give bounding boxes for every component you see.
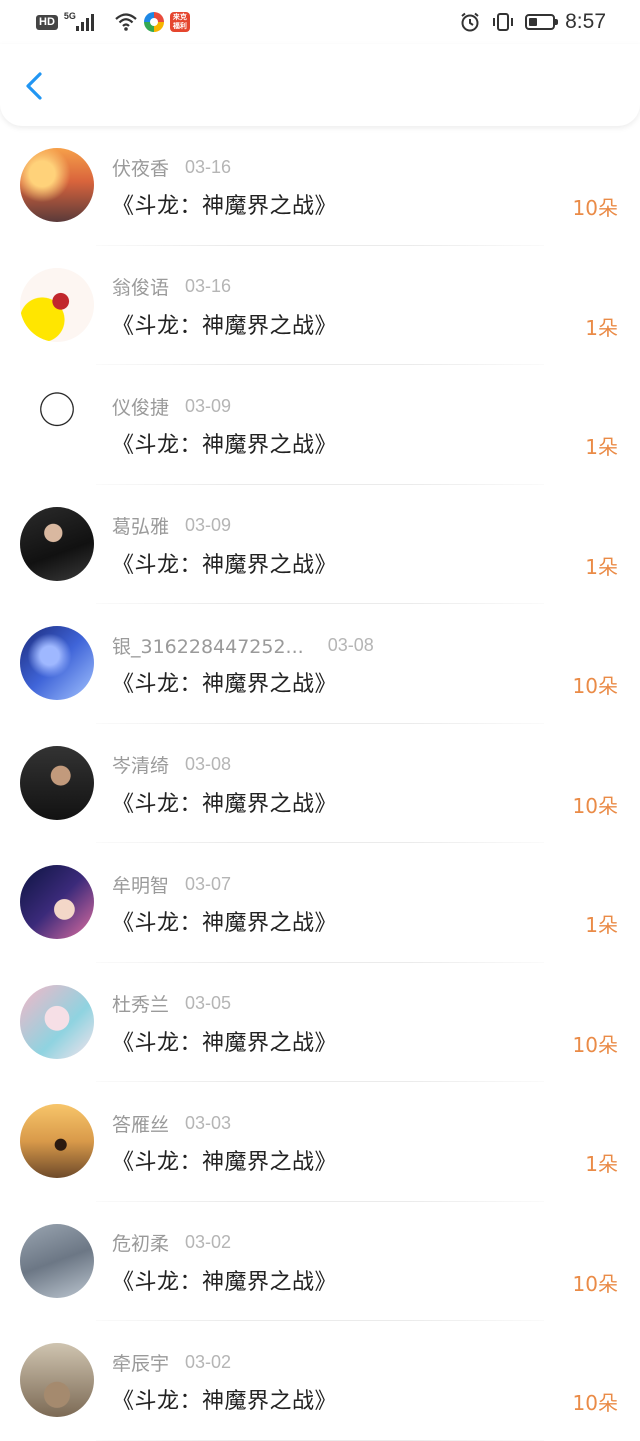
list-item[interactable]: 翁俊语 03-16 《斗龙：神魔界之战》 1朵 [0, 246, 640, 365]
status-right: 8:57 [459, 8, 606, 36]
name-line: 牵辰宇 03-02 [112, 1349, 231, 1375]
avatar[interactable] [20, 1104, 94, 1178]
date-label: 03-16 [185, 156, 232, 177]
list-item[interactable]: 杜秀兰 03-05 《斗龙：神魔界之战》 10朵 [0, 963, 640, 1082]
avatar[interactable] [20, 865, 94, 939]
date-label: 03-02 [185, 1351, 232, 1372]
user-name[interactable]: 仪俊捷 [112, 393, 169, 420]
user-name[interactable]: 银_316228447252... [112, 632, 304, 659]
name-line: 仪俊捷 03-09 [112, 393, 231, 419]
chevron-left-icon [26, 72, 42, 100]
name-line: 翁俊语 03-16 [112, 274, 231, 300]
avatar[interactable] [20, 387, 94, 461]
date-label: 03-09 [185, 395, 232, 416]
flower-count: 10朵 [572, 793, 618, 818]
user-name[interactable]: 答雁丝 [112, 1110, 169, 1137]
flower-count: 10朵 [572, 1391, 618, 1415]
date-label: 03-16 [185, 276, 232, 296]
avatar[interactable] [20, 745, 94, 820]
flower-count: 1朵 [585, 315, 618, 340]
status-bar: HD 5G 来克 福利 8:57 [0, 0, 640, 44]
name-line: 岑清绮 03-08 [112, 752, 231, 778]
list-item[interactable]: 仪俊捷 03-09 《斗龙：神魔界之战》 1朵 [0, 365, 640, 485]
user-name[interactable]: 牵辰宇 [112, 1349, 169, 1376]
avatar[interactable] [20, 506, 94, 581]
name-line: 牟明智 03-07 [112, 871, 231, 897]
avatar[interactable] [20, 148, 94, 222]
signal-icon: 5G [64, 11, 108, 33]
avatar[interactable] [20, 626, 94, 700]
list-item[interactable]: 答雁丝 03-03 《斗龙：神魔界之战》 1朵 [0, 1082, 640, 1202]
user-name[interactable]: 牟明智 [112, 871, 169, 898]
app-notification-icon [143, 12, 164, 32]
book-title: 《斗龙：神魔界之战》 [112, 552, 338, 578]
name-line: 危初柔 03-02 [112, 1230, 231, 1256]
list-item[interactable]: 牟明智 03-07 《斗龙：神魔界之战》 1朵 [0, 843, 640, 963]
alarm-icon [461, 12, 479, 32]
divider [96, 1439, 544, 1441]
list-item[interactable]: 牵辰宇 03-02 《斗龙：神魔界之战》 10朵 [0, 1321, 640, 1441]
list-item[interactable]: 危初柔 03-02 《斗龙：神魔界之战》 10朵 [0, 1202, 640, 1321]
name-line: 伏夜香 03-16 [112, 154, 231, 180]
flower-count: 1朵 [585, 435, 618, 459]
book-title: 《斗龙：神魔界之战》 [112, 1150, 338, 1175]
clock: 8:57 [565, 10, 606, 33]
top-navbar [0, 44, 640, 126]
user-name[interactable]: 伏夜香 [112, 154, 169, 181]
wifi-icon [115, 13, 137, 31]
gift-record-list: 伏夜香 03-16 《斗龙：神魔界之战》 10朵 翁俊语 03-16 《斗龙：神… [0, 126, 640, 1441]
avatar[interactable] [20, 1223, 94, 1298]
user-name[interactable]: 葛弘雅 [112, 512, 169, 539]
name-line: 葛弘雅 03-09 [112, 513, 231, 539]
book-title: 《斗龙：神魔界之战》 [112, 313, 338, 339]
back-button[interactable] [16, 66, 56, 106]
book-title: 《斗龙：神魔界之战》 [112, 1030, 338, 1056]
network-type: 5G [63, 11, 76, 21]
book-title: 《斗龙：神魔界之战》 [112, 1389, 338, 1414]
flower-count: 10朵 [572, 196, 618, 220]
avatar[interactable] [20, 1343, 94, 1417]
flower-count: 1朵 [585, 913, 618, 937]
list-item[interactable]: 伏夜香 03-16 《斗龙：神魔界之战》 10朵 [0, 126, 640, 246]
flower-count: 10朵 [572, 1271, 618, 1296]
status-left: HD 5G 来克 福利 [36, 10, 190, 34]
user-name[interactable]: 危初柔 [112, 1229, 169, 1256]
promo-app-icon: 来克 福利 [169, 12, 190, 32]
date-label: 03-02 [185, 1232, 232, 1252]
user-name[interactable]: 杜秀兰 [112, 990, 169, 1017]
user-name[interactable]: 岑清绮 [112, 751, 169, 778]
flower-count: 1朵 [585, 1152, 618, 1176]
list-item[interactable]: 葛弘雅 03-09 《斗龙：神魔界之战》 1朵 [0, 485, 640, 604]
date-label: 03-09 [185, 515, 232, 535]
name-line: 答雁丝 03-03 [112, 1110, 231, 1136]
book-title: 《斗龙：神魔界之战》 [112, 433, 338, 458]
list-item[interactable]: 银_316228447252... 03-08 《斗龙：神魔界之战》 10朵 [0, 604, 640, 724]
date-label: 03-03 [185, 1112, 232, 1133]
book-title: 《斗龙：神魔界之战》 [112, 911, 338, 936]
flower-count: 1朵 [585, 554, 618, 579]
date-label: 03-05 [185, 993, 232, 1013]
book-title: 《斗龙：神魔界之战》 [112, 1269, 338, 1295]
name-line: 银_316228447252... 03-08 [112, 632, 374, 658]
avatar[interactable] [20, 267, 94, 342]
name-line: 杜秀兰 03-05 [112, 991, 231, 1017]
hd-badge: HD [36, 14, 58, 30]
user-name[interactable]: 翁俊语 [112, 273, 169, 300]
vibrate-icon [493, 13, 514, 31]
avatar[interactable] [20, 984, 94, 1059]
list-item[interactable]: 岑清绮 03-08 《斗龙：神魔界之战》 10朵 [0, 724, 640, 843]
book-title: 《斗龙：神魔界之战》 [112, 791, 338, 817]
date-label: 03-07 [185, 873, 232, 894]
flower-count: 10朵 [572, 674, 618, 698]
date-label: 03-08 [327, 634, 374, 655]
book-title: 《斗龙：神魔界之战》 [112, 194, 338, 219]
battery-icon [525, 14, 559, 30]
date-label: 03-08 [185, 754, 232, 774]
flower-count: 10朵 [572, 1032, 618, 1057]
book-title: 《斗龙：神魔界之战》 [112, 672, 338, 697]
